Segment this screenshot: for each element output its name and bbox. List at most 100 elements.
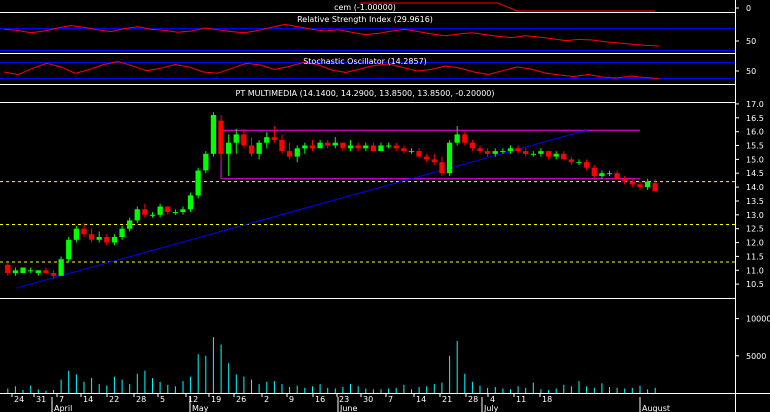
- candle-body: [149, 214, 156, 216]
- price-tick: 11.0: [746, 266, 764, 275]
- candle-body: [317, 142, 323, 149]
- candle-body: [500, 151, 506, 153]
- right-axis: 0 50 50 17.0 16.5 16.0 15.5 15.0 14.5 14.0 13.5 13.…: [735, 4, 770, 361]
- candle-body: [340, 142, 346, 149]
- candle-body: [652, 183, 658, 192]
- candle-body: [462, 134, 468, 143]
- candle-body: [325, 142, 331, 146]
- candle-body: [477, 148, 483, 152]
- candle-body: [515, 148, 521, 152]
- candle-body: [637, 184, 643, 188]
- price-tick: 13.5: [746, 197, 764, 206]
- candle-body: [172, 212, 178, 214]
- price-tick: 17.0: [746, 100, 764, 109]
- x-tick-label: 18: [542, 395, 552, 404]
- candle-body: [119, 228, 125, 237]
- candle-body: [469, 142, 475, 149]
- candle-body: [568, 159, 574, 163]
- trendline: [15, 129, 587, 289]
- candle-body: [629, 181, 635, 185]
- price-tick: 12.0: [746, 239, 764, 248]
- candle-body: [5, 264, 11, 273]
- candle-body: [393, 145, 399, 149]
- x-tick-label: 28: [468, 395, 478, 404]
- candle-body: [96, 237, 102, 240]
- volume-tick: 10000: [746, 315, 770, 324]
- candle-body: [20, 267, 26, 273]
- x-tick-label: 30: [363, 395, 373, 404]
- rsi-title: Relative Strength Index (29.9616): [297, 15, 433, 24]
- candle-body: [66, 239, 72, 260]
- x-tick-label: 16: [315, 395, 325, 404]
- month-label: August: [642, 404, 670, 412]
- candle-body: [386, 145, 392, 147]
- candle-body: [286, 151, 293, 157]
- price-tick: 14.5: [746, 169, 764, 178]
- candle-body: [553, 153, 559, 157]
- candle-body: [165, 206, 171, 212]
- price-tick: 14.0: [746, 183, 764, 192]
- candle-body: [43, 270, 49, 274]
- candle-body: [302, 145, 308, 149]
- x-tick-label: 31: [36, 395, 46, 404]
- rsi-series-line: [3, 23, 660, 47]
- candle-body: [88, 234, 95, 240]
- candle-body: [127, 220, 133, 229]
- x-tick-label: 2: [264, 395, 269, 404]
- x-tick-label: 22: [109, 395, 119, 404]
- candle-body: [28, 270, 34, 272]
- x-tick-label: 21: [442, 395, 452, 404]
- candle-body: [347, 145, 354, 149]
- month-label: May: [192, 404, 209, 412]
- candle-body: [584, 162, 590, 168]
- candle-body: [195, 170, 201, 196]
- candle-body: [294, 148, 300, 157]
- candle-body: [309, 145, 316, 149]
- month-label: July: [483, 404, 499, 412]
- candle-body: [157, 206, 163, 215]
- candle-body: [241, 134, 247, 146]
- cem-layer: [360, 2, 655, 12]
- candle-body: [210, 115, 217, 154]
- candle-body: [378, 145, 384, 151]
- x-tick-label: 7: [388, 395, 393, 404]
- candle-body: [180, 209, 186, 213]
- price-tick: 10.5: [746, 280, 764, 289]
- price-tick: 13.0: [746, 211, 764, 220]
- month-label: April: [54, 404, 72, 412]
- price-tick: 16.5: [746, 114, 764, 123]
- candle-body: [485, 151, 491, 154]
- x-tick-label: 26: [236, 395, 246, 404]
- candle-body: [545, 151, 552, 157]
- candle-body: [111, 237, 118, 243]
- candle-body: [187, 195, 194, 210]
- stoch-tick: 50: [746, 67, 756, 76]
- price-tick: 12.5: [746, 225, 764, 234]
- volume-layer: [7, 337, 656, 393]
- x-axis: 24 31 7 14 22 28 5 12 19 26 2 9 16 23 30 7 14 21 28 4 11 18Ap…: [11, 393, 670, 412]
- candle-body: [104, 237, 110, 243]
- candle-body: [614, 173, 620, 179]
- x-tick-label: 14: [416, 395, 426, 404]
- candle-body: [363, 145, 369, 149]
- price-tick: 16.0: [746, 128, 764, 137]
- candle-body: [439, 162, 445, 174]
- candle-body: [530, 153, 536, 155]
- candle-body: [424, 156, 430, 160]
- candle-body: [12, 270, 19, 274]
- candle-body: [142, 209, 148, 215]
- candle-body: [271, 137, 277, 140]
- support-layer: [0, 181, 735, 263]
- candle-body: [416, 151, 422, 157]
- candle-body: [507, 148, 514, 152]
- stock-chart: cem (-1.00000) Relative Strength Index (…: [0, 0, 770, 412]
- candle-body: [492, 151, 498, 154]
- x-tick-label: 5: [160, 395, 165, 404]
- rsi-tick: 50: [746, 37, 756, 46]
- candle-body: [264, 137, 270, 143]
- candle-body: [454, 134, 460, 143]
- rsi-layer: [3, 23, 660, 47]
- candle-body: [408, 151, 415, 153]
- candle-body: [576, 162, 582, 164]
- candle-body: [233, 134, 239, 143]
